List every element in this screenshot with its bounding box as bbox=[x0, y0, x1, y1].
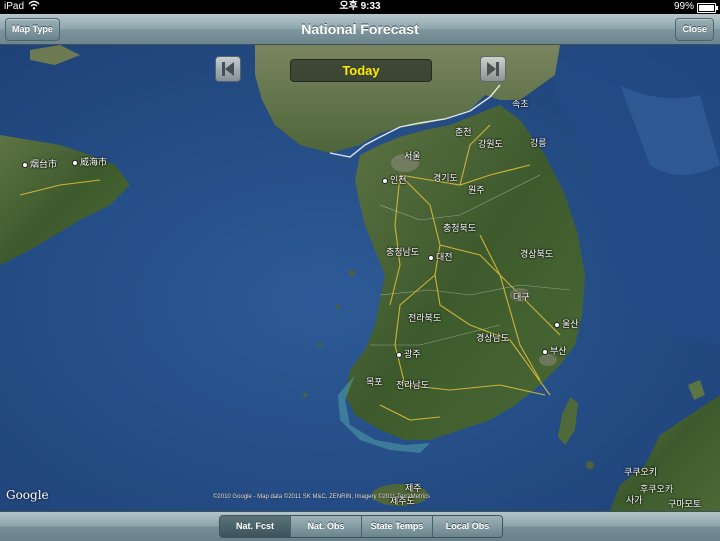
google-logo: Google bbox=[6, 488, 49, 502]
label-gyeonggi: 경기도 bbox=[433, 173, 458, 183]
label-sokcho: 속초 bbox=[512, 99, 529, 109]
map-imagery bbox=[0, 45, 720, 511]
label-jeonnam: 전라남도 bbox=[396, 380, 430, 390]
label-mokpo: 목포 bbox=[366, 377, 383, 387]
label-seoul: 서울 bbox=[404, 151, 421, 161]
battery-icon bbox=[697, 3, 718, 13]
label-busan: 부산 bbox=[542, 344, 567, 357]
label-daegu: 대구 bbox=[513, 292, 530, 302]
label-gangwon: 강원도 bbox=[478, 139, 503, 149]
page-title: National Forecast bbox=[301, 21, 419, 37]
label-gyeongbuk: 경상북도 bbox=[520, 249, 554, 259]
battery-percent: 99% bbox=[673, 1, 694, 12]
day-label: Today bbox=[290, 59, 432, 82]
bottom-toolbar: Nat. Fcst Nat. Obs State Temps Local Obs bbox=[0, 511, 720, 541]
close-button[interactable]: Close bbox=[675, 18, 714, 41]
label-saga: 사가 bbox=[626, 495, 643, 505]
tab-state-temps[interactable]: State Temps bbox=[362, 516, 433, 537]
battery-level bbox=[699, 5, 714, 11]
tab-local-obs[interactable]: Local Obs bbox=[433, 516, 502, 537]
label-wonju: 원주 bbox=[468, 185, 485, 195]
tab-nat-obs[interactable]: Nat. Obs bbox=[291, 516, 362, 537]
label-weihai: 威海市 bbox=[72, 155, 107, 168]
label-incheon: 인천 bbox=[382, 173, 407, 186]
previous-day-button[interactable] bbox=[215, 56, 241, 82]
navigation-bar: National Forecast Map Type Close bbox=[0, 14, 720, 45]
label-yantai: 烟台市 bbox=[22, 157, 57, 170]
label-kumamoto: 구마모토 bbox=[668, 499, 702, 509]
label-chungnam: 충청남도 bbox=[386, 247, 420, 257]
label-kokura: 쿠쿠오키 bbox=[624, 467, 658, 477]
label-gyeongnam: 경상남도 bbox=[476, 333, 510, 343]
status-time: 오후 9:33 bbox=[339, 1, 381, 12]
tab-nat-fcst[interactable]: Nat. Fcst bbox=[220, 516, 291, 537]
map-type-button[interactable]: Map Type bbox=[5, 18, 60, 41]
label-chuncheon: 춘천 bbox=[455, 127, 472, 137]
label-jeonbuk: 전라북도 bbox=[408, 313, 442, 323]
label-daejeon: 대전 bbox=[428, 250, 453, 263]
satellite-map[interactable]: 烟台市 威海市 서울 인천 춘천 강원도 강릉 속초 경기도 원주 충청북도 충… bbox=[0, 45, 720, 511]
forecast-segmented-control: Nat. Fcst Nat. Obs State Temps Local Obs bbox=[219, 515, 503, 538]
label-ulsan: 울산 bbox=[554, 317, 579, 330]
status-bar: iPad 오후 9:33 99% bbox=[0, 0, 720, 14]
label-gwangju: 광주 bbox=[396, 347, 421, 360]
label-gangneung: 강릉 bbox=[530, 138, 547, 148]
map-copyright: ©2010 Google - Map data ©2011 SK M&C, ZE… bbox=[213, 494, 431, 500]
label-fukuoka: 후쿠오카 bbox=[640, 484, 674, 494]
label-jeju: 제주 bbox=[405, 483, 422, 493]
next-day-button[interactable] bbox=[480, 56, 506, 82]
label-chungbuk: 충청북도 bbox=[443, 223, 477, 233]
